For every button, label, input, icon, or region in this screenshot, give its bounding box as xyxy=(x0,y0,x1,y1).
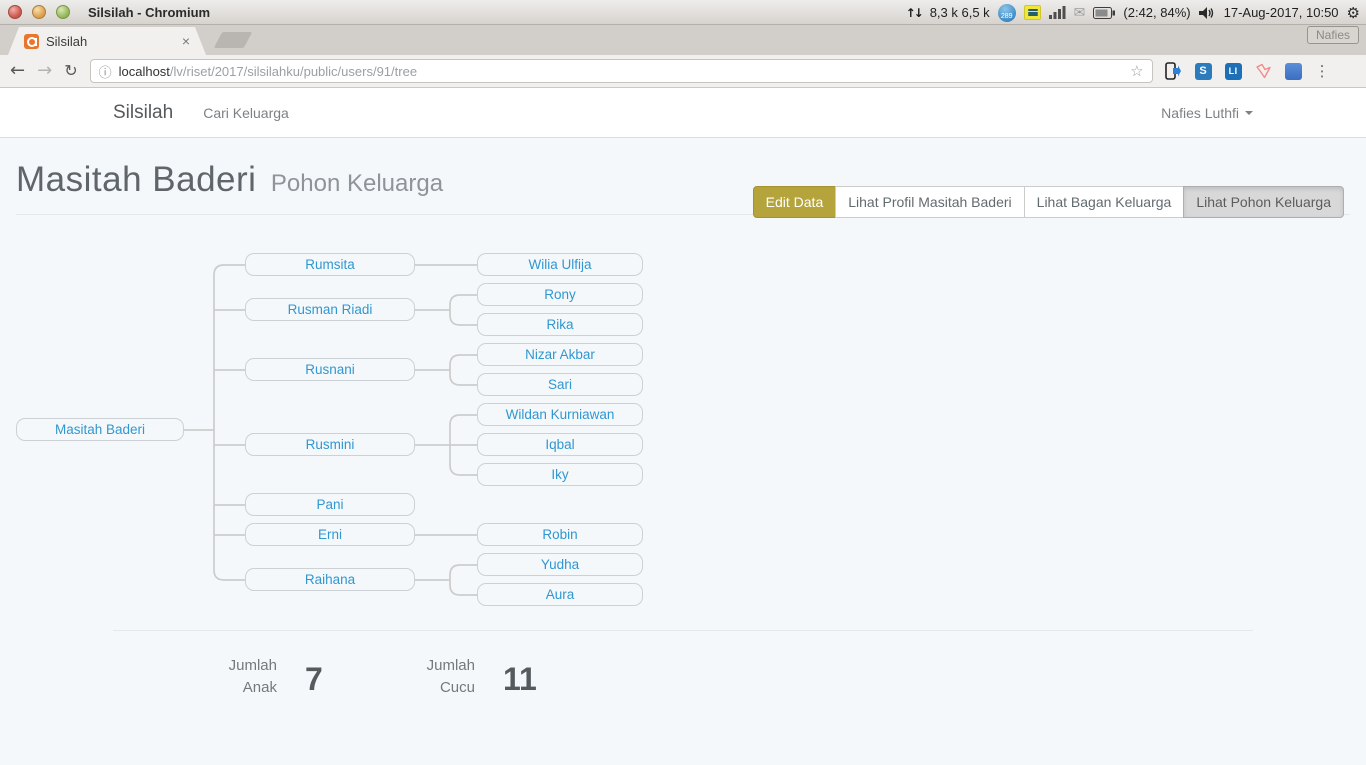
window-controls xyxy=(8,5,70,19)
tree-node[interactable]: Rusman Riadi xyxy=(245,298,415,321)
divider xyxy=(113,630,1253,631)
navbar-brand[interactable]: Silsilah xyxy=(113,102,173,124)
vysor-phone-extension-icon[interactable] xyxy=(1165,62,1182,80)
tree-node[interactable]: Masitah Baderi xyxy=(16,418,184,441)
settings-gear-icon[interactable]: ⚙ xyxy=(1347,4,1360,22)
url-host: localhost xyxy=(119,64,170,79)
user-dropdown[interactable]: Nafies Luthfi xyxy=(1161,105,1253,121)
extension-icons: S LI ⋮ xyxy=(1165,62,1330,80)
window-title: Silsilah - Chromium xyxy=(88,5,210,20)
bookmark-star-icon[interactable]: ☆ xyxy=(1130,62,1143,80)
family-tree: Masitah Baderi Rumsita Wilia Ulfija Rusman … xyxy=(0,248,1366,620)
tree-node[interactable]: Rony xyxy=(477,283,643,306)
browser-menu-icon[interactable]: ⋮ xyxy=(1315,62,1330,80)
volume-icon[interactable] xyxy=(1199,6,1216,20)
new-tab-button[interactable] xyxy=(214,32,253,48)
address-bar[interactable]: ⓘ localhost/lv/riset/2017/silsilahku/pub… xyxy=(90,59,1153,83)
system-tray: ↑↓ 8,3 k 6,5 k 289 ✉ (2:42, 84%) 17-Aug- xyxy=(906,0,1360,25)
battery-icon[interactable] xyxy=(1093,7,1115,19)
window-maximize-button[interactable] xyxy=(56,5,70,19)
page-title: Masitah Baderi xyxy=(16,160,256,199)
jumlah-cucu-value: 11 xyxy=(503,661,537,698)
url-path: /lv/riset/2017/silsilahku/public/users/9… xyxy=(170,64,417,79)
url-text[interactable]: localhost/lv/riset/2017/silsilahku/publi… xyxy=(119,64,1124,79)
user-name: Nafies Luthfi xyxy=(1161,105,1239,121)
navbar-link-cari-keluarga[interactable]: Cari Keluarga xyxy=(203,105,289,121)
jumlah-cucu-label: JumlahCucu xyxy=(311,655,475,699)
page-info-icon[interactable]: ⓘ xyxy=(99,62,112,81)
tree-node[interactable]: Iky xyxy=(477,463,643,486)
tree-node[interactable]: Nizar Akbar xyxy=(477,343,643,366)
tab-close-icon[interactable]: × xyxy=(182,34,190,48)
edit-data-button[interactable]: Edit Data xyxy=(753,186,837,218)
tree-node[interactable]: Rusnani xyxy=(245,358,415,381)
chevron-down-icon xyxy=(1245,111,1253,115)
laravel-extension-icon[interactable] xyxy=(1255,63,1272,79)
tree-node[interactable]: Rusmini xyxy=(245,433,415,456)
network-rate-text: 8,3 k 6,5 k xyxy=(930,5,990,20)
tree-node[interactable]: Iqbal xyxy=(477,433,643,456)
window-close-button[interactable] xyxy=(8,5,22,19)
tree-node[interactable]: Wilia Ulfija xyxy=(477,253,643,276)
page-subtitle: Pohon Keluarga xyxy=(271,170,443,197)
signal-strength-icon[interactable] xyxy=(1049,6,1066,19)
blue-extension-icon[interactable] xyxy=(1285,63,1302,80)
lihat-profil-button[interactable]: Lihat Profil Masitah Baderi xyxy=(835,186,1024,218)
li-extension-icon[interactable]: LI xyxy=(1225,63,1242,80)
back-button[interactable]: ← xyxy=(10,62,25,80)
tree-node[interactable]: Pani xyxy=(245,493,415,516)
reload-button[interactable]: ↻ xyxy=(64,63,77,79)
keyboard-indicator-chip: Nafies xyxy=(1307,26,1359,44)
tree-node[interactable]: Erni xyxy=(245,523,415,546)
s-extension-icon[interactable]: S xyxy=(1195,63,1212,80)
browser-tab[interactable]: Silsilah × xyxy=(8,27,206,55)
tree-node[interactable]: Rika xyxy=(477,313,643,336)
lihat-pohon-button[interactable]: Lihat Pohon Keluarga xyxy=(1183,186,1344,218)
tree-node[interactable]: Sari xyxy=(477,373,643,396)
os-titlebar: Silsilah - Chromium ↑↓ 8,3 k 6,5 k 289 ✉… xyxy=(0,0,1366,25)
tree-node[interactable]: Raihana xyxy=(245,568,415,591)
tree-node[interactable]: Wildan Kurniawan xyxy=(477,403,643,426)
clock-text[interactable]: 17-Aug-2017, 10:50 xyxy=(1224,5,1339,20)
mail-icon[interactable]: ✉ xyxy=(1074,5,1086,21)
screen: Silsilah - Chromium ↑↓ 8,3 k 6,5 k 289 ✉… xyxy=(0,0,1366,765)
app-navbar: Silsilah Cari Keluarga Nafies Luthfi xyxy=(0,88,1366,138)
tree-node[interactable]: Rumsita xyxy=(245,253,415,276)
battery-status-text[interactable]: (2:42, 84%) xyxy=(1123,5,1190,20)
window-minimize-button[interactable] xyxy=(32,5,46,19)
forward-button[interactable]: → xyxy=(37,62,52,80)
tree-node[interactable]: Aura xyxy=(477,583,643,606)
tab-title: Silsilah xyxy=(46,34,175,49)
tree-node[interactable]: Robin xyxy=(477,523,643,546)
lihat-bagan-button[interactable]: Lihat Bagan Keluarga xyxy=(1024,186,1185,218)
stats-row: JumlahAnak 7 JumlahCucu 11 xyxy=(113,655,1253,725)
notes-indicator-icon[interactable] xyxy=(1024,5,1041,20)
tree-node[interactable]: Yudha xyxy=(477,553,643,576)
xampp-favicon-icon xyxy=(24,34,39,49)
network-traffic-icon[interactable]: ↑↓ xyxy=(906,6,922,20)
app-indicator-badge[interactable]: 289 xyxy=(998,4,1016,22)
browser-tabstrip: Silsilah × xyxy=(0,25,1366,55)
page-content: Masitah Baderi Pohon Keluarga Edit Data … xyxy=(0,160,1366,765)
browser-toolbar: ← → ↻ ⓘ localhost/lv/riset/2017/silsilah… xyxy=(0,55,1366,88)
action-button-group: Edit Data Lihat Profil Masitah Baderi Li… xyxy=(753,186,1344,218)
jumlah-anak-label: JumlahAnak xyxy=(113,655,277,699)
